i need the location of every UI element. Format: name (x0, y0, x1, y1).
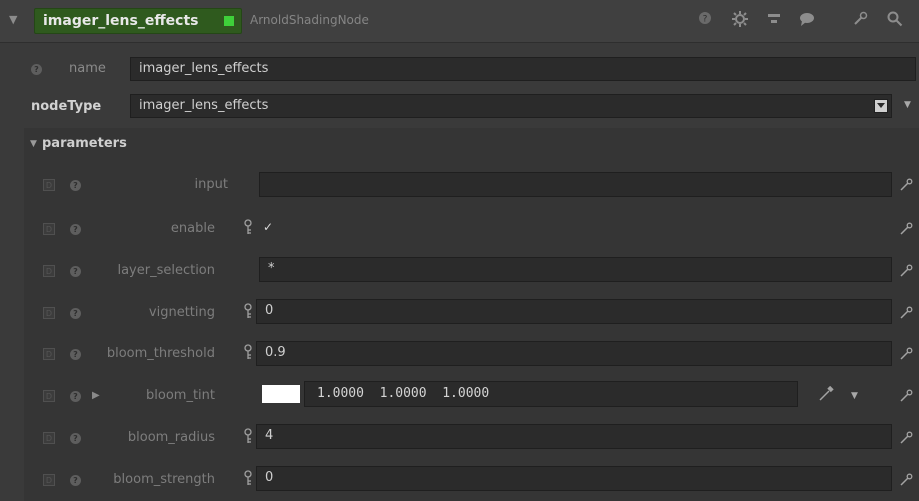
input-help-icon[interactable]: ? (70, 180, 81, 191)
parameters-collapse-icon[interactable]: ▼ (30, 139, 37, 149)
enable-disable-toggle[interactable]: D (43, 223, 55, 235)
hierarchy-icon[interactable] (764, 11, 784, 31)
bloom-tint-disable-toggle[interactable]: D (43, 390, 55, 402)
enable-keyframe-icon[interactable] (243, 219, 253, 235)
comment-icon[interactable] (797, 11, 817, 31)
enable-wrench-icon[interactable] (899, 222, 915, 238)
node-type-menu-caret-icon[interactable]: ▼ (904, 100, 911, 110)
bloom-radius-label: bloom_radius (127, 430, 215, 445)
bloom-radius-wrench-icon[interactable] (899, 431, 915, 447)
bloom-tint-menu-caret-icon[interactable]: ▼ (851, 391, 858, 401)
node-type-label: ArnoldShadingNode (250, 13, 369, 27)
bloom-threshold-field[interactable]: 0.9 (256, 341, 892, 366)
bloom-strength-keyframe-icon[interactable] (243, 470, 253, 486)
bloom-tint-wrench-icon[interactable] (899, 389, 915, 405)
bloom-strength-field[interactable]: 0 (256, 466, 892, 491)
input-wrench-icon[interactable] (899, 178, 915, 194)
bloom-tint-eyedropper-icon[interactable] (818, 385, 834, 402)
bloom-tint-color-swatch[interactable] (262, 385, 300, 403)
bloom-threshold-disable-toggle[interactable]: D (43, 348, 55, 360)
node-type-dropdown-button[interactable] (874, 99, 888, 113)
settings-icon[interactable] (730, 11, 750, 31)
bloom-threshold-wrench-icon[interactable] (899, 347, 915, 363)
input-field[interactable] (259, 172, 892, 197)
name-label: name (69, 61, 106, 76)
bloom-strength-wrench-icon[interactable] (899, 473, 915, 489)
layer-selection-wrench-icon[interactable] (899, 264, 915, 280)
vignetting-disable-toggle[interactable]: D (43, 307, 55, 319)
parameters-title[interactable]: parameters (42, 136, 127, 151)
bloom-threshold-keyframe-icon[interactable] (243, 344, 253, 360)
search-icon[interactable] (885, 11, 905, 31)
bloom-strength-label: bloom_strength (113, 472, 215, 487)
bloom-tint-label: bloom_tint (146, 388, 215, 403)
enable-label: enable (170, 221, 215, 236)
help-icon[interactable]: ? (695, 11, 715, 31)
bloom-strength-disable-toggle[interactable]: D (43, 474, 55, 486)
bloom-threshold-label: bloom_threshold (106, 346, 215, 361)
node-name-badge[interactable]: imager_lens_effects (34, 8, 242, 34)
node-type-field[interactable]: imager_lens_effects (130, 94, 892, 118)
bloom-tint-field[interactable]: 1.0000 1.0000 1.0000 (304, 381, 798, 407)
layer-selection-field[interactable]: * (259, 257, 892, 282)
node-header: ▼ imager_lens_effects ArnoldShadingNode … (0, 0, 919, 43)
collapse-triangle-icon[interactable]: ▼ (9, 13, 17, 26)
vignetting-field[interactable]: 0 (256, 299, 892, 324)
bloom-radius-field[interactable]: 4 (256, 424, 892, 449)
name-help-icon[interactable]: ? (31, 64, 42, 75)
svg-text:?: ? (703, 15, 708, 25)
layer-selection-disable-toggle[interactable]: D (43, 265, 55, 277)
vignetting-keyframe-icon[interactable] (243, 303, 253, 319)
layer-selection-label: layer_selection (117, 263, 215, 278)
vignetting-label: vignetting (148, 305, 215, 320)
wrench-icon[interactable] (850, 11, 870, 31)
node-type-row-label: nodeType (31, 99, 102, 114)
node-name-text: imager_lens_effects (43, 13, 199, 29)
bloom-radius-disable-toggle[interactable]: D (43, 432, 55, 444)
input-label: input (194, 177, 228, 192)
bloom-radius-keyframe-icon[interactable] (243, 428, 253, 444)
node-status-indicator (224, 16, 234, 26)
vignetting-wrench-icon[interactable] (899, 306, 915, 322)
input-disable-toggle[interactable]: D (43, 179, 55, 191)
enable-checkbox[interactable]: ✓ (263, 220, 273, 234)
name-field[interactable]: imager_lens_effects (130, 57, 916, 81)
node-parameter-panel: ▼ imager_lens_effects ArnoldShadingNode … (0, 0, 919, 501)
